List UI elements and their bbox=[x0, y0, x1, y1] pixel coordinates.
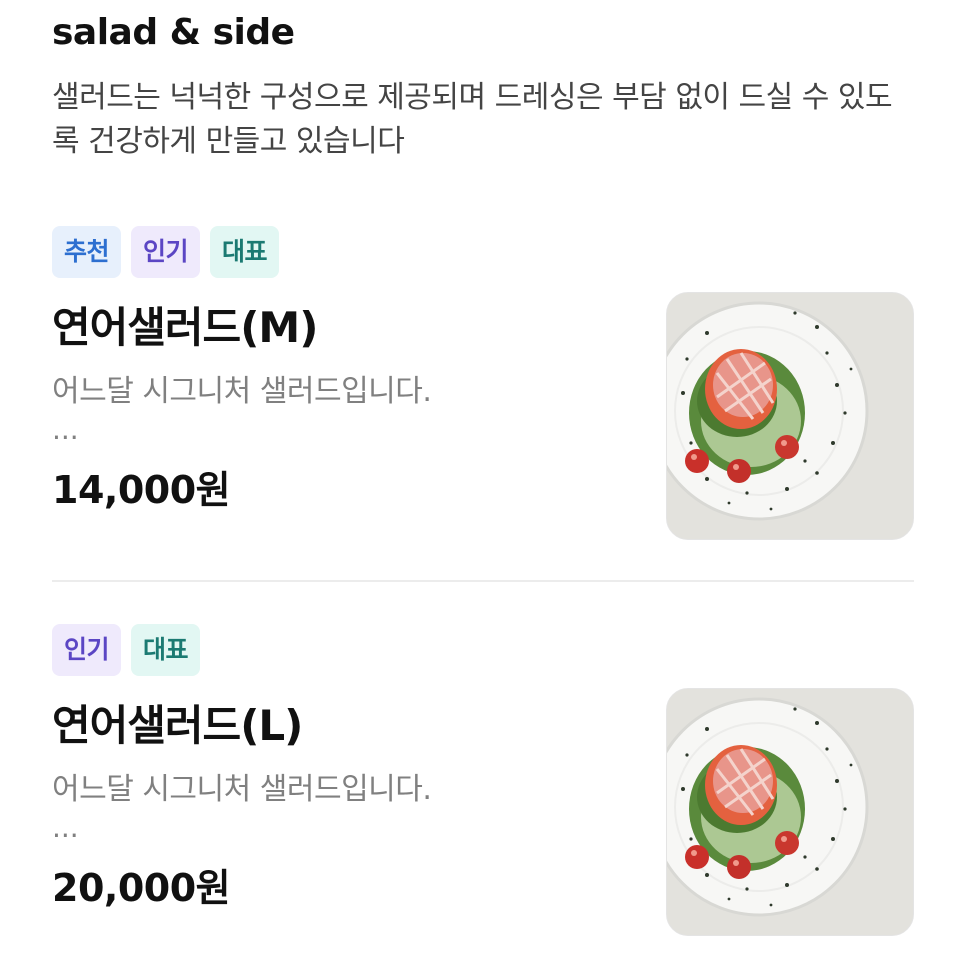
badge-signature: 대표 bbox=[131, 624, 201, 676]
section-title: salad & side bbox=[52, 12, 295, 53]
section-description: 샐러드는 넉넉한 구성으로 제공되며 드레싱은 부담 없이 드실 수 있도록 건… bbox=[52, 80, 893, 159]
badge-popular: 인기 bbox=[131, 226, 201, 278]
salad-photo-illustration bbox=[667, 689, 913, 935]
salad-photo[interactable] bbox=[666, 292, 914, 540]
badge-signature: 대표 bbox=[210, 226, 280, 278]
badge-list: 추천 인기 대표 bbox=[52, 226, 914, 278]
salad-photo-illustration bbox=[667, 293, 913, 539]
salad-photo[interactable] bbox=[666, 688, 914, 936]
menu-item-salmon-salad-m[interactable]: 추천 인기 대표 연어샐러드(M) 어느달 시그니처 샐러드입니다. ... 1… bbox=[52, 226, 914, 556]
badge-recommend: 추천 bbox=[52, 226, 122, 278]
section-header: salad & side 샐러드는 넉넉한 구성으로 제공되며 드레싱은 부담 … bbox=[52, 8, 932, 164]
badge-list: 인기 대표 bbox=[52, 624, 914, 676]
menu-item-salmon-salad-l[interactable]: 인기 대표 연어샐러드(L) 어느달 시그니처 샐러드입니다. ... 20,0… bbox=[52, 624, 914, 954]
item-divider bbox=[52, 580, 914, 582]
badge-popular: 인기 bbox=[52, 624, 122, 676]
